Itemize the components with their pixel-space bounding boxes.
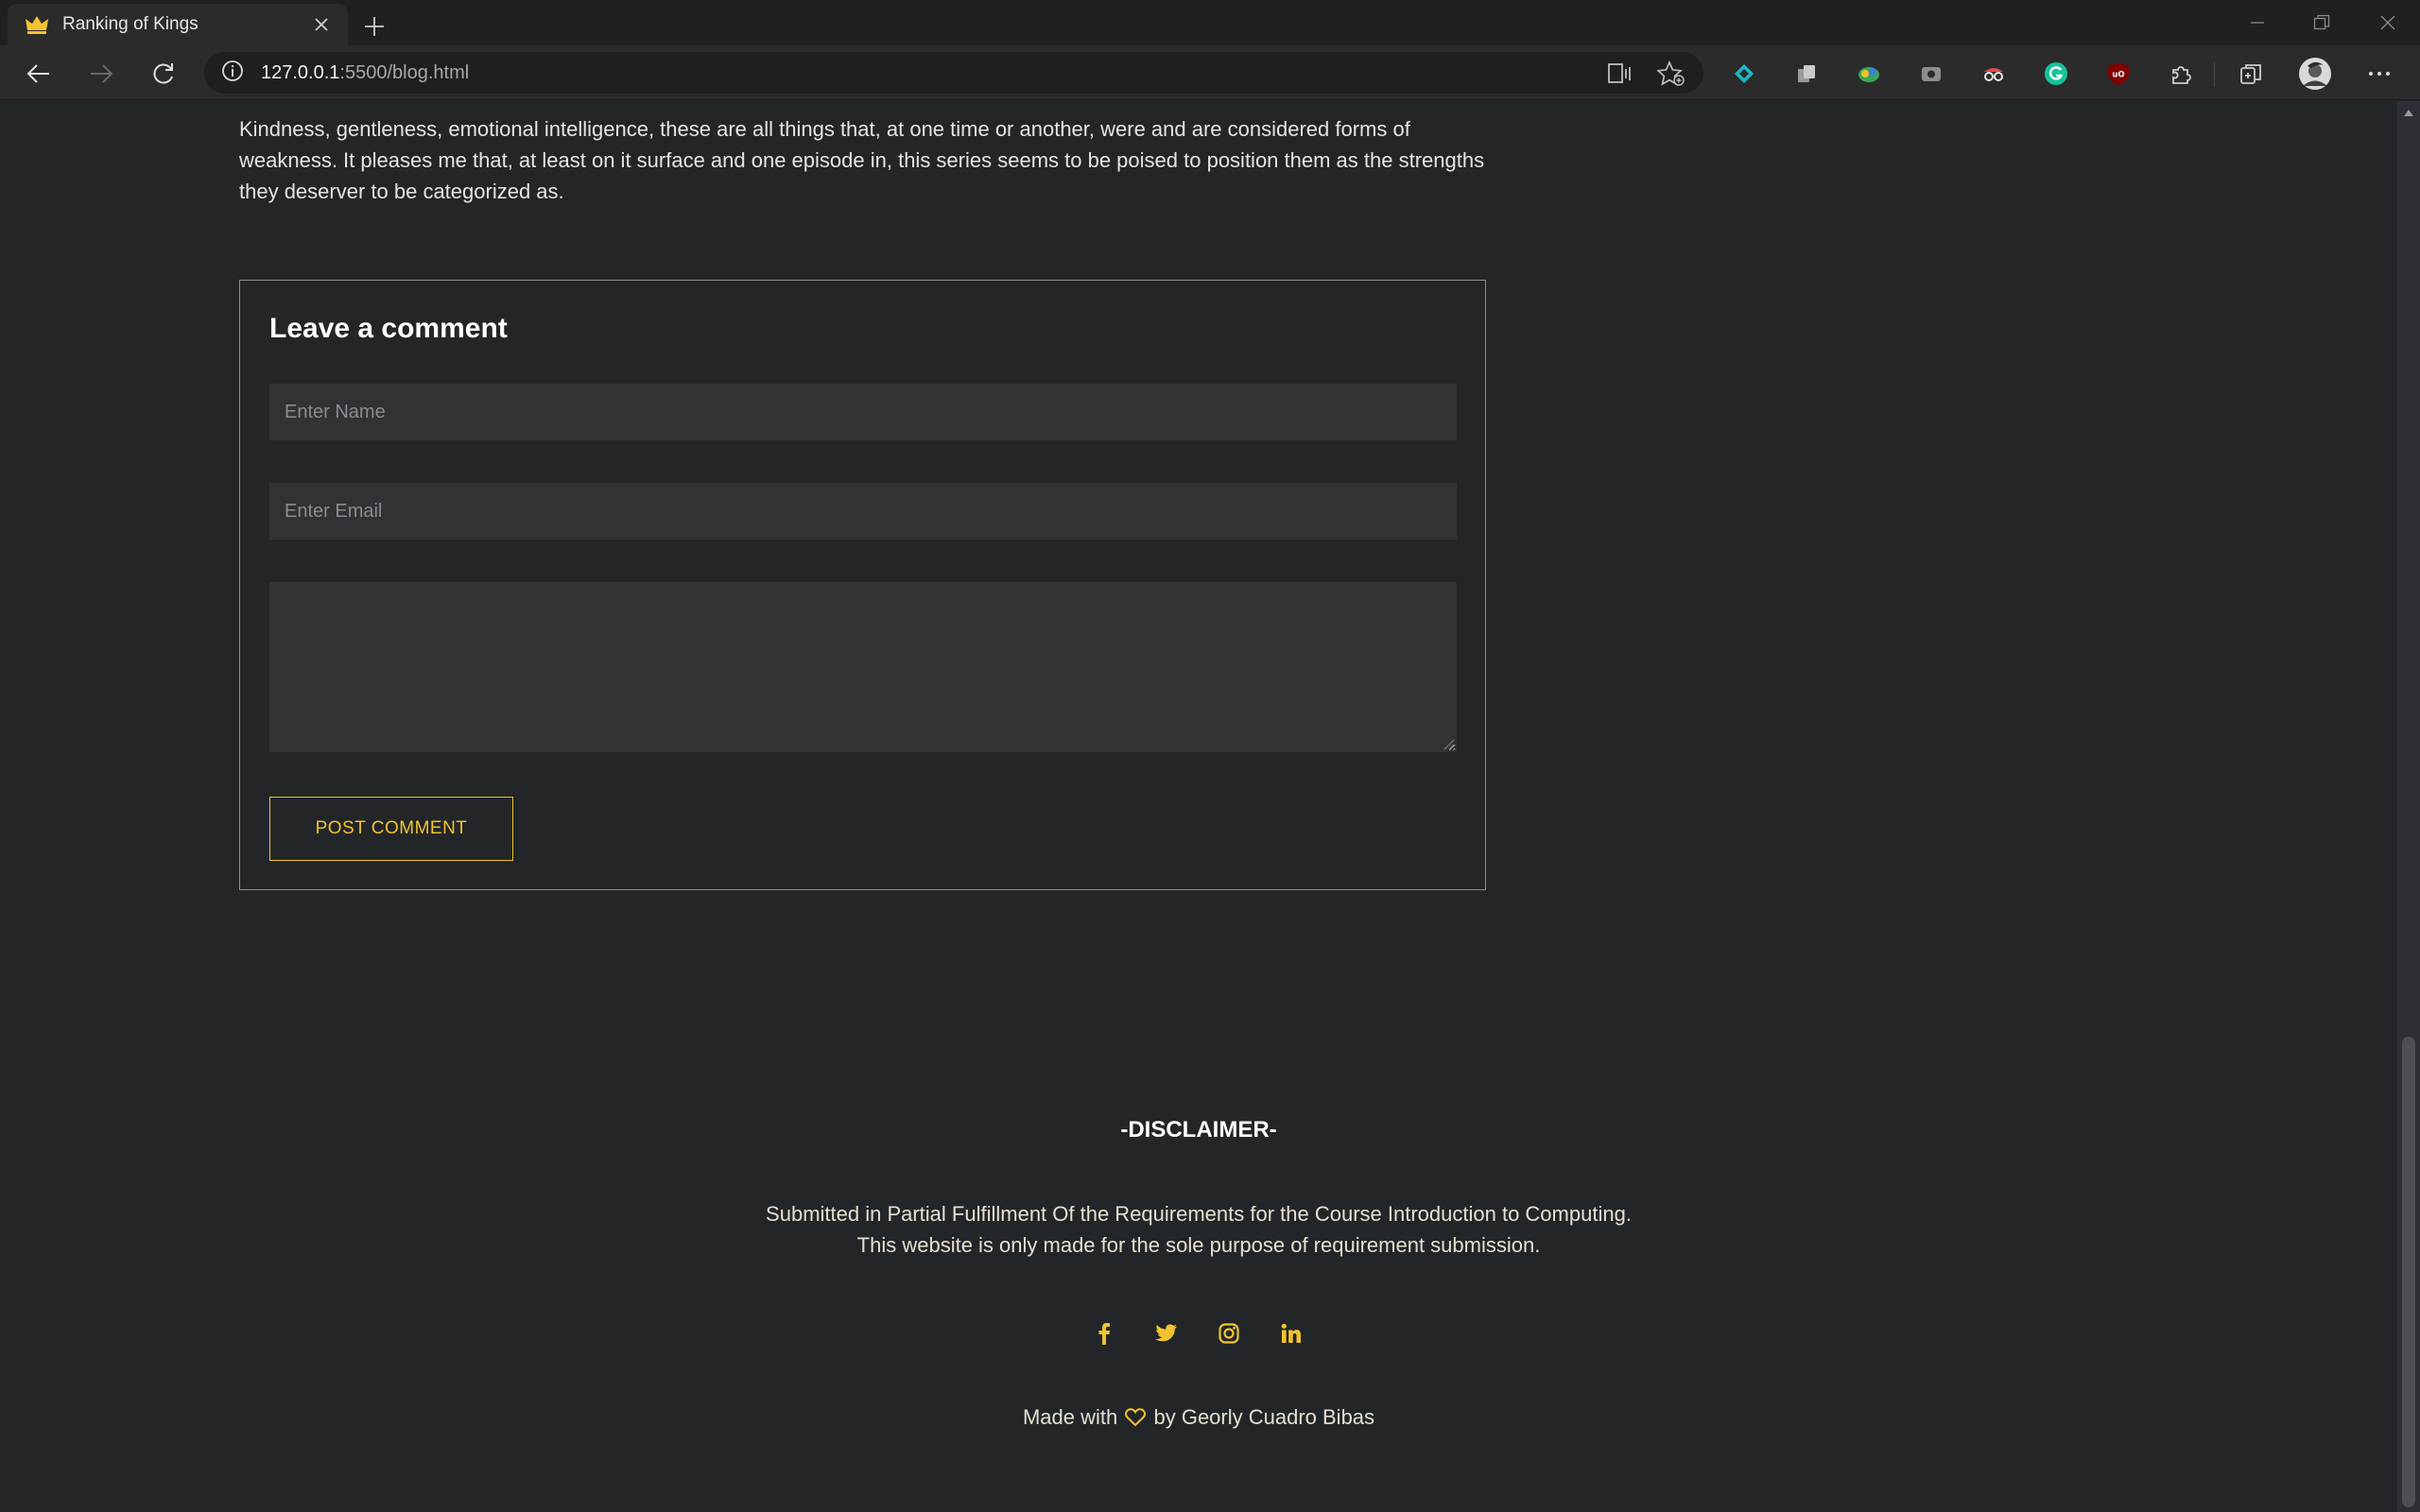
extension-diamond-icon[interactable]	[1728, 58, 1760, 90]
restore-window-button[interactable]	[2290, 0, 2354, 45]
textarea-resize-handle[interactable]	[1442, 737, 1455, 750]
extension-camera-icon[interactable]	[1915, 58, 1947, 90]
close-tab-icon[interactable]	[308, 11, 335, 38]
crown-icon	[25, 12, 49, 37]
browser-toolbar: 127.0.0.1:5500/blog.html uO	[0, 45, 2420, 100]
back-button[interactable]	[19, 54, 59, 94]
new-tab-button[interactable]	[355, 8, 393, 45]
post-comment-button[interactable]: POST COMMENT	[269, 797, 513, 861]
minimize-window-button[interactable]	[2225, 0, 2290, 45]
facebook-icon[interactable]	[1085, 1314, 1123, 1352]
disclaimer-line: Submitted in Partial Fulfillment Of the …	[766, 1202, 1632, 1226]
browser-tab-active[interactable]: Ranking of Kings	[8, 4, 348, 45]
comment-form-title: Leave a comment	[269, 313, 508, 344]
linkedin-icon[interactable]	[1272, 1314, 1310, 1352]
close-window-button[interactable]	[2356, 0, 2420, 45]
profile-avatar[interactable]	[2297, 56, 2333, 92]
social-links	[1085, 1314, 1310, 1352]
extension-color-icon[interactable]	[1853, 58, 1885, 90]
comment-textarea[interactable]	[269, 582, 1457, 752]
scroll-up-arrow-icon[interactable]	[2403, 107, 2414, 118]
scrollbar-thumb[interactable]	[2402, 1037, 2415, 1507]
comment-form: Leave a comment POST COMMENT	[239, 280, 1486, 890]
disclaimer-text: Submitted in Partial Fulfillment Of the …	[0, 1198, 2397, 1261]
ublock-origin-icon[interactable]: uO	[2102, 58, 2135, 90]
url-text: 127.0.0.1:5500/blog.html	[261, 61, 470, 83]
twitter-icon[interactable]	[1148, 1314, 1185, 1352]
email-input[interactable]	[269, 483, 1457, 540]
browser-tab-strip: Ranking of Kings	[0, 0, 2420, 45]
disclaimer-line: This website is only made for the sole p…	[856, 1233, 1541, 1257]
extensions-puzzle-icon[interactable]	[2165, 58, 2197, 90]
add-favorite-icon[interactable]	[1654, 57, 1688, 91]
page-scrollbar[interactable]	[2397, 101, 2420, 1512]
svg-text:uO: uO	[2112, 71, 2124, 80]
article-paragraph: Kindness, gentleness, emotional intellig…	[239, 117, 1485, 203]
instagram-icon[interactable]	[1210, 1314, 1248, 1352]
collections-icon[interactable]	[2235, 58, 2267, 90]
tab-title: Ranking of Kings	[62, 14, 199, 34]
address-bar[interactable]: 127.0.0.1:5500/blog.html	[204, 52, 1703, 94]
disclaimer-title: -DISCLAIMER-	[1120, 1117, 1277, 1143]
name-input[interactable]	[269, 384, 1457, 440]
toolbar-separator	[2214, 62, 2215, 87]
refresh-button[interactable]	[144, 54, 183, 94]
extension-spy-icon[interactable]	[1978, 58, 2010, 90]
forward-button[interactable]	[81, 54, 121, 94]
site-info-icon[interactable]	[221, 60, 244, 87]
grammarly-icon[interactable]	[2040, 58, 2072, 90]
read-aloud-icon[interactable]	[1603, 57, 1637, 91]
more-menu-icon[interactable]	[2363, 58, 2395, 90]
credits-author: by Georly Cuadro Bibas	[1153, 1405, 1375, 1429]
credits-prefix: Made with	[1022, 1405, 1118, 1429]
credits: Made with by Georly Cuadro Bibas	[0, 1405, 2397, 1433]
extension-copy-icon[interactable]	[1790, 58, 1823, 90]
heart-icon	[1125, 1408, 1147, 1433]
